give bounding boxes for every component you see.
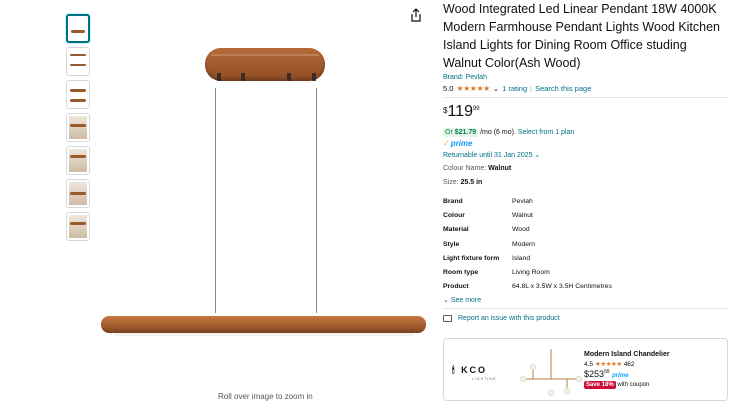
rating-row: 5.0 ★★★★★ ⌄ 1 rating | Search this page bbox=[443, 84, 592, 93]
spec-row: Style Modern bbox=[443, 240, 536, 248]
canopy-screw bbox=[241, 73, 245, 81]
chevron-down-icon[interactable]: ⌄ bbox=[493, 84, 499, 93]
spec-row: Material Wood bbox=[443, 226, 530, 234]
search-page-link[interactable]: Search this page bbox=[535, 84, 591, 93]
spec-row: Light fixture form Island bbox=[443, 254, 531, 262]
spec-row: Room type Living Room bbox=[443, 269, 550, 277]
report-issue-link[interactable]: Report an issue with this product bbox=[443, 315, 728, 323]
emi-plan-link[interactable]: Select from 1 plan bbox=[518, 129, 574, 136]
product-details: Wood Integrated Led Linear Pendant 18W 4… bbox=[443, 0, 728, 323]
thumbnail-6[interactable] bbox=[66, 179, 90, 208]
main-product-image[interactable] bbox=[95, 40, 426, 340]
rating-value: 5.0 bbox=[443, 84, 454, 93]
thumbnail-5[interactable] bbox=[66, 146, 90, 175]
spec-row: Brand Pevlah bbox=[443, 197, 533, 205]
size-variant: Size: 25.5 in bbox=[443, 179, 483, 186]
brand-link[interactable]: Brand: Pevlah bbox=[443, 74, 728, 81]
chevron-down-icon: ⌄ bbox=[534, 152, 541, 159]
thumbnail-2[interactable] bbox=[66, 47, 90, 76]
star-rating-icon[interactable]: ★★★★★ bbox=[456, 84, 490, 93]
divider bbox=[443, 97, 728, 98]
pendant-bar bbox=[101, 316, 426, 336]
thumbnail-strip bbox=[66, 14, 92, 245]
thumbnail-7[interactable] bbox=[66, 212, 90, 241]
chandelier-image[interactable] bbox=[519, 349, 583, 399]
coupon[interactable]: Save 18% with coupon bbox=[584, 381, 670, 389]
prime-badge: prime bbox=[443, 139, 728, 148]
sponsored-product-card[interactable]: 🕯 KCO LIGHTING Modern Island Chandelier … bbox=[443, 338, 728, 401]
zoom-hint: Roll over image to zoom in bbox=[218, 392, 313, 401]
share-icon[interactable] bbox=[410, 8, 422, 22]
pendant-canopy bbox=[205, 48, 325, 81]
spec-row: Colour Walnut bbox=[443, 211, 533, 219]
thumbnail-4[interactable] bbox=[66, 113, 90, 142]
product-title: Wood Integrated Led Linear Pendant 18W 4… bbox=[443, 2, 721, 70]
star-rating-icon: ★★★★★ bbox=[595, 361, 622, 368]
price: $ 119 99 bbox=[443, 103, 480, 120]
spec-table: Brand Pevlah Colour Walnut Material Wood St… bbox=[443, 194, 728, 294]
spec-row: Product 64.8L x 3.5W x 3.5H Centimetres bbox=[443, 283, 612, 291]
report-icon bbox=[443, 315, 452, 323]
rating-count-link[interactable]: 1 rating bbox=[502, 84, 527, 93]
canopy-screw bbox=[217, 73, 221, 81]
divider bbox=[443, 308, 728, 310]
see-more-link[interactable]: ⌄ See more bbox=[443, 296, 728, 304]
returnable-link[interactable]: Returnable until 31 Jan 2025 ⌄ bbox=[443, 151, 728, 159]
sponsored-price: $25399 prime bbox=[584, 369, 629, 379]
colour-variant: Colour Name: Walnut bbox=[443, 165, 512, 172]
canopy-screw bbox=[312, 73, 316, 81]
emi-offer: Or $21.79 /mo (6 mo). Select from 1 plan bbox=[443, 128, 575, 137]
sponsored-info: Modern Island Chandelier 4.5 ★★★★★ 462 $… bbox=[584, 351, 670, 389]
sponsored-rating: 4.5 ★★★★★ 462 bbox=[584, 360, 635, 369]
sponsored-title[interactable]: Modern Island Chandelier bbox=[584, 351, 670, 358]
brand-logo: 🕯 KCO bbox=[452, 365, 488, 375]
thumbnail-3[interactable] bbox=[66, 80, 90, 109]
thumbnail-1[interactable] bbox=[66, 14, 90, 43]
suspension-wire bbox=[215, 88, 216, 313]
suspension-wire bbox=[316, 88, 317, 313]
canopy-screw bbox=[287, 73, 291, 81]
